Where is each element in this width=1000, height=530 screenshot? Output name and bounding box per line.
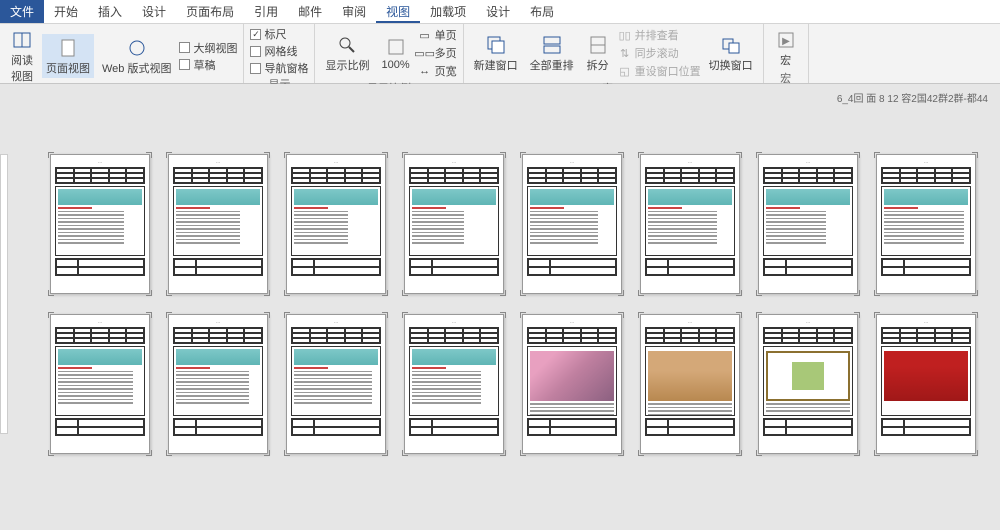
tab-addins[interactable]: 加载项 <box>420 0 476 23</box>
page-view-button[interactable]: 页面视图 <box>42 34 94 78</box>
multi-page-button[interactable]: ▭▭多页 <box>418 44 457 62</box>
page-thumbnail[interactable]: ··· <box>286 154 386 294</box>
outline-check[interactable]: 大纲视图 <box>179 40 237 56</box>
file-tab[interactable]: 文件 <box>0 0 44 23</box>
arrange-all-button[interactable]: 全部重排 <box>526 31 578 75</box>
macro-button[interactable]: ▶ 宏 <box>770 26 802 70</box>
single-page-button[interactable]: ▭单页 <box>418 26 457 44</box>
status-text: 6_4回 面 8 12 容2国42群2群-都44 <box>837 90 988 105</box>
arrange-icon <box>540 33 564 57</box>
svg-text:▶: ▶ <box>782 36 790 47</box>
page-thumbnail[interactable]: ··· <box>168 314 268 454</box>
page-thumbnail[interactable]: ··· <box>522 314 622 454</box>
read-view-button[interactable]: 阅读 视图 <box>6 26 38 86</box>
read-view-label: 阅读 视图 <box>11 52 33 84</box>
macro-icon: ▶ <box>774 28 798 52</box>
zoom-icon <box>335 33 359 57</box>
menu-bar: 文件 开始 插入 设计 页面布局 引用 邮件 审阅 视图 加载项 设计 布局 <box>0 0 1000 24</box>
sync-scroll-icon: ⇅ <box>618 47 632 59</box>
tab-references[interactable]: 引用 <box>244 0 288 23</box>
page-view-icon <box>56 36 80 60</box>
hundred-button[interactable]: 100% <box>377 33 413 73</box>
ribbon-group-show: ✓标尺 网格线 导航窗格 显示 <box>244 24 315 83</box>
web-view-icon <box>125 36 149 60</box>
draft-check[interactable]: 草稿 <box>179 57 237 73</box>
web-view-label: Web 版式视图 <box>102 60 171 76</box>
side-by-side-button: ▯▯并排查看 <box>618 26 701 44</box>
page-width-button[interactable]: ↔页宽 <box>418 62 457 80</box>
single-page-icon: ▭ <box>418 29 432 41</box>
ribbon: 阅读 视图 页面视图 Web 版式视图 大纲视图 草稿 视图 ✓标尺 网格线 导… <box>0 24 1000 84</box>
page-thumbnail[interactable]: ··· <box>50 154 150 294</box>
ribbon-group-zoom: 显示比例 100% ▭单页 ▭▭多页 ↔页宽 显示比例 <box>315 24 463 83</box>
web-view-button[interactable]: Web 版式视图 <box>98 34 175 78</box>
hundred-icon <box>384 35 408 59</box>
tab-view[interactable]: 视图 <box>376 0 420 23</box>
sync-scroll-button: ⇅同步滚动 <box>618 44 701 62</box>
page-thumbnail[interactable]: ··· <box>286 314 386 454</box>
page-width-icon: ↔ <box>418 65 432 77</box>
ribbon-group-macro: ▶ 宏 宏 <box>764 24 809 83</box>
tab-design[interactable]: 设计 <box>132 0 176 23</box>
page-view-label: 页面视图 <box>46 60 90 76</box>
page-thumbnail[interactable]: ··· <box>168 154 268 294</box>
page-thumbnail[interactable]: ··· <box>404 314 504 454</box>
tab-design2[interactable]: 设计 <box>476 0 520 23</box>
ruler-check[interactable]: ✓标尺 <box>250 26 308 42</box>
new-window-button[interactable]: 新建窗口 <box>470 31 522 75</box>
switch-window-button[interactable]: 切换窗口 <box>705 31 757 75</box>
reset-pos-button: ◱重设窗口位置 <box>618 62 701 80</box>
side-by-side-icon: ▯▯ <box>618 29 632 41</box>
page-thumbnail[interactable]: ··· <box>876 314 976 454</box>
navpane-check[interactable]: 导航窗格 <box>250 60 308 76</box>
tab-layout[interactable]: 布局 <box>520 0 564 23</box>
gridlines-check[interactable]: 网格线 <box>250 43 308 59</box>
document-area[interactable]: 6_4回 面 8 12 容2国42群2群-都44 ···············… <box>0 84 1000 530</box>
tab-insert[interactable]: 插入 <box>88 0 132 23</box>
tab-page-layout[interactable]: 页面布局 <box>176 0 244 23</box>
page-thumbnail[interactable]: ··· <box>640 154 740 294</box>
tab-mailings[interactable]: 邮件 <box>288 0 332 23</box>
ribbon-group-window: 新建窗口 全部重排 拆分 ▯▯并排查看 ⇅同步滚动 ◱重设窗口位置 切换窗口 窗… <box>464 24 764 83</box>
page-thumbnail[interactable]: ··· <box>50 314 150 454</box>
page-thumbnail[interactable]: ··· <box>404 154 504 294</box>
zoom-button[interactable]: 显示比例 <box>321 31 373 75</box>
switch-window-icon <box>719 33 743 57</box>
page-thumbnail[interactable]: ··· <box>758 154 858 294</box>
multi-page-icon: ▭▭ <box>418 47 432 59</box>
split-icon <box>586 33 610 57</box>
reset-pos-icon: ◱ <box>618 65 632 77</box>
tab-home[interactable]: 开始 <box>44 0 88 23</box>
split-button[interactable]: 拆分 <box>582 31 614 75</box>
new-window-icon <box>484 33 508 57</box>
tab-review[interactable]: 审阅 <box>332 0 376 23</box>
ribbon-group-views: 阅读 视图 页面视图 Web 版式视图 大纲视图 草稿 视图 <box>0 24 244 83</box>
page-thumbnail[interactable]: ··· <box>758 314 858 454</box>
page-thumbnail[interactable]: ··· <box>640 314 740 454</box>
side-panel-edge <box>0 154 8 434</box>
page-thumbnail[interactable]: ··· <box>876 154 976 294</box>
page-thumbnail[interactable]: ··· <box>522 154 622 294</box>
page-thumbnails: ························ ···············… <box>50 154 976 454</box>
read-view-icon <box>10 28 34 52</box>
